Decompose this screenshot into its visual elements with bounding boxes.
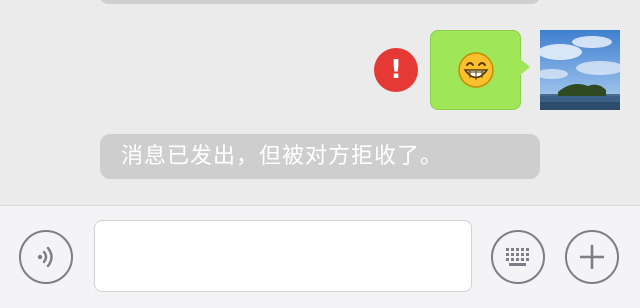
keyboard-button[interactable]: [491, 230, 545, 284]
voice-icon: [37, 246, 53, 268]
keyboard-icon: [506, 248, 529, 266]
send-failed-icon[interactable]: !: [374, 48, 418, 92]
plus-icon: [580, 245, 604, 269]
avatar[interactable]: [540, 30, 620, 110]
sent-message-bubble[interactable]: [430, 30, 521, 110]
voice-button[interactable]: [19, 230, 73, 284]
bubble-tail: [519, 58, 530, 76]
message-input[interactable]: [94, 220, 472, 292]
chat-area: ! 消息已发出，但被对方拒收了。: [0, 0, 640, 205]
grinning-face-emoji: [457, 52, 494, 88]
input-bar: [0, 205, 640, 308]
more-button[interactable]: [565, 230, 619, 284]
landscape-photo: [540, 30, 620, 110]
previous-system-notice: [100, 0, 540, 4]
system-notice: 消息已发出，但被对方拒收了。: [100, 134, 540, 179]
